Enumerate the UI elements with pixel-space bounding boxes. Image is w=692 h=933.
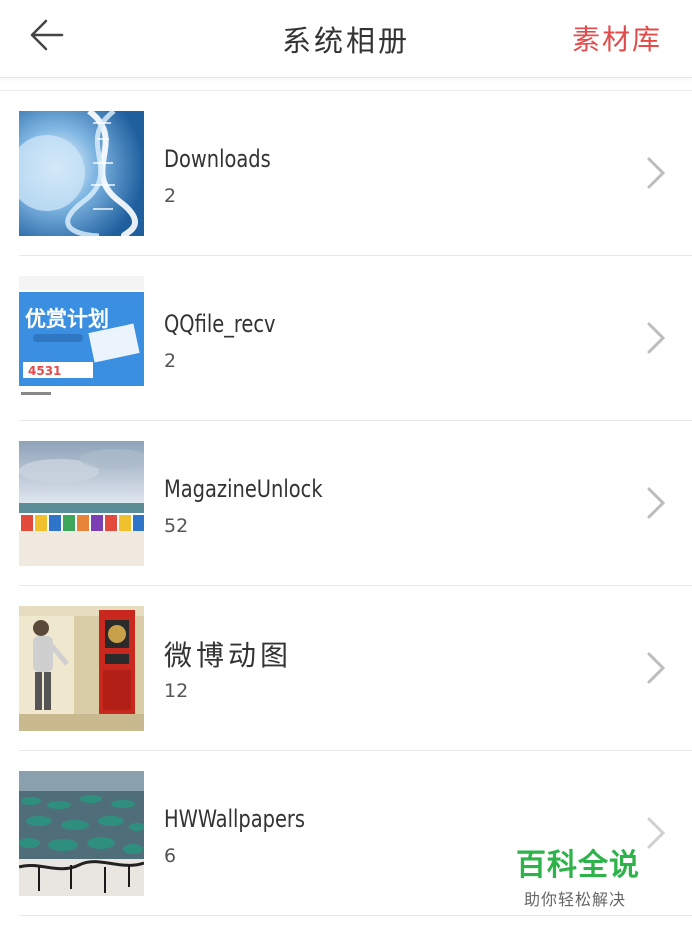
album-list: Downloads 2 优赏计划 4531 QQfile_recv 2 Maga… (0, 90, 692, 916)
material-library-button[interactable]: 素材库 (572, 18, 662, 58)
album-row-magazineunlock[interactable]: MagazineUnlock 52 (19, 421, 692, 586)
chevron-right-icon (647, 157, 666, 189)
album-count: 2 (164, 350, 177, 372)
album-thumbnail (19, 441, 144, 566)
watermark-logo: 百科全说 助你轻松解决 (516, 840, 656, 910)
album-count: 12 (164, 680, 189, 702)
album-name: MagazineUnlock (164, 475, 323, 503)
promo-banner-image: 优赏计划 4531 (19, 276, 144, 401)
chevron-right-icon (647, 487, 666, 519)
album-row-weibo-gifs[interactable]: 微博动图 12 (19, 586, 692, 751)
watermark-subtitle: 助你轻松解决 (524, 890, 627, 909)
album-thumbnail (19, 771, 144, 896)
top-bar: 系统相册 素材库 (0, 0, 692, 78)
album-count: 2 (164, 185, 177, 207)
chevron-right-icon (647, 652, 666, 684)
album-row-qqfile-recv[interactable]: 优赏计划 4531 QQfile_recv 2 (19, 256, 692, 421)
album-name: QQfile_recv (164, 310, 276, 338)
lily-pond-image (19, 771, 144, 896)
album-thumbnail: 优赏计划 4531 (19, 276, 144, 401)
dna-helix-image (19, 111, 144, 236)
album-thumbnail (19, 606, 144, 731)
arcade-player-image (19, 606, 144, 731)
watermark-title: 百科全说 (516, 848, 640, 883)
album-thumbnail (19, 111, 144, 236)
album-name: 微博动图 (164, 639, 293, 672)
album-name: Downloads (164, 145, 271, 173)
album-row-downloads[interactable]: Downloads 2 (19, 91, 692, 256)
chevron-right-icon (647, 322, 666, 354)
beach-huts-image (19, 441, 144, 566)
album-name: HWWallpapers (164, 805, 306, 833)
album-count: 6 (164, 845, 177, 867)
promo-title: 优赏计划 (25, 307, 109, 331)
album-count: 52 (164, 515, 189, 537)
promo-number: 4531 (28, 364, 61, 378)
